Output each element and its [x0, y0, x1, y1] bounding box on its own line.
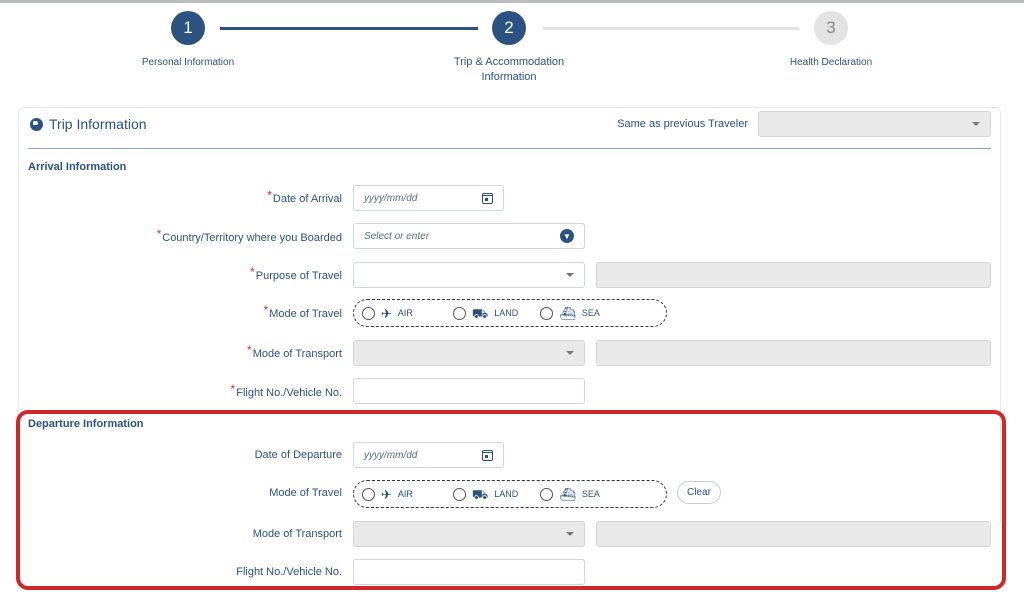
car-icon: ⛟	[471, 305, 489, 321]
arrival-mode-sea-label: SEA	[581, 308, 600, 318]
arrival-mode-land-label: LAND	[494, 308, 519, 318]
arrival-mode-of-transport-label: *Mode of Transport	[22, 343, 342, 360]
section-divider	[28, 148, 991, 149]
step-2-circle[interactable]: 2	[492, 11, 526, 45]
arrival-information-title: Arrival Information	[28, 161, 127, 173]
required-asterisk: *	[250, 265, 255, 279]
date-of-departure-label: Date of Departure	[254, 449, 342, 461]
arrival-flight-no-text: Flight No./Vehicle No.	[236, 387, 342, 399]
airplane-icon: ✈	[381, 305, 392, 321]
arrival-flight-no-input[interactable]	[353, 378, 585, 404]
globe-icon	[30, 117, 43, 131]
chevron-down-icon[interactable]: ▼	[560, 229, 574, 243]
arrival-mode-air[interactable]: ✈ AIR	[362, 305, 413, 321]
radio-button[interactable]	[540, 487, 554, 501]
chevron-down-icon	[566, 273, 574, 277]
country-boarded-placeholder: Select or enter	[364, 230, 430, 242]
calendar-icon[interactable]	[482, 449, 493, 461]
radio-button[interactable]	[540, 306, 554, 320]
departure-mode-sea-label: SEA	[581, 489, 600, 499]
required-asterisk: *	[247, 343, 252, 357]
step-2-label: Trip & Accommodation Information	[429, 55, 589, 85]
airplane-icon: ✈	[381, 486, 392, 502]
date-of-departure-input[interactable]: yyyy/mm/dd	[353, 442, 504, 468]
step-3-label: Health Declaration	[789, 57, 873, 68]
date-of-arrival-text: Date of Arrival	[272, 193, 342, 205]
departure-flight-no-label: Flight No./Vehicle No.	[236, 566, 342, 578]
departure-mode-land-label: LAND	[494, 489, 519, 499]
required-asterisk: *	[230, 382, 236, 396]
date-of-arrival-placeholder: yyyy/mm/dd	[364, 192, 418, 204]
step-2-label-line2: Information	[481, 71, 537, 83]
arrival-mode-of-travel-label: *Mode of Travel	[22, 303, 342, 320]
arrival-mode-of-transport-other-input[interactable]	[596, 340, 991, 366]
arrival-mode-of-travel-text: Mode of Travel	[269, 308, 342, 320]
clear-button[interactable]: Clear	[677, 481, 721, 504]
step-1-label: Personal Information	[141, 57, 235, 68]
arrival-mode-air-label: AIR	[397, 308, 413, 318]
departure-mode-sea[interactable]: ⛴ SEA	[540, 486, 600, 502]
departure-mode-of-travel-group: ✈ AIR ⛟ LAND ⛴ SEA	[353, 480, 667, 508]
country-boarded-combobox[interactable]: Select or enter ▼	[353, 223, 585, 249]
arrival-mode-land[interactable]: ⛟ LAND	[452, 305, 519, 321]
step-3-circle[interactable]: 3	[814, 11, 848, 45]
trip-information-title: Trip Information	[49, 116, 147, 132]
departure-information-title: Departure Information	[28, 418, 144, 430]
arrival-mode-of-transport-select[interactable]	[353, 340, 585, 366]
trip-information-header: Trip Information	[30, 116, 147, 132]
departure-mode-of-transport-other-input[interactable]	[596, 521, 991, 547]
purpose-of-travel-label: *Purpose of Travel	[22, 265, 342, 282]
arrival-mode-of-travel-group: ✈ AIR ⛟ LAND ⛴ SEA	[353, 299, 667, 327]
departure-mode-of-transport-label: Mode of Transport	[252, 528, 342, 540]
chevron-down-icon	[566, 532, 574, 536]
departure-mode-of-transport-select[interactable]	[353, 521, 585, 547]
purpose-of-travel-text: Purpose of Travel	[255, 270, 342, 282]
arrival-mode-sea[interactable]: ⛴ SEA	[540, 305, 600, 321]
purpose-of-travel-other-input[interactable]	[596, 262, 991, 288]
step-2-label-line1: Trip & Accommodation	[453, 56, 565, 68]
same-as-previous-label: Same as previous Traveler	[617, 118, 748, 130]
radio-button[interactable]	[452, 487, 466, 501]
arrival-flight-no-label: *Flight No./Vehicle No.	[22, 382, 342, 399]
purpose-of-travel-select[interactable]	[353, 262, 585, 288]
date-of-arrival-input[interactable]: yyyy/mm/dd	[353, 185, 504, 211]
date-of-arrival-label: *Date of Arrival	[22, 188, 342, 205]
departure-mode-air[interactable]: ✈ AIR	[362, 486, 413, 502]
arrival-mode-of-transport-text: Mode of Transport	[252, 348, 342, 360]
same-as-previous-select[interactable]	[758, 111, 991, 137]
top-bar	[0, 0, 1024, 3]
departure-flight-no-input[interactable]	[353, 559, 585, 585]
step-connector-2	[543, 27, 799, 30]
required-asterisk: *	[263, 303, 269, 317]
country-boarded-text: Country/Territory where you Boarded	[162, 232, 342, 244]
country-boarded-label: *Country/Territory where you Boarded	[22, 227, 342, 244]
departure-mode-of-travel-label: Mode of Travel	[269, 487, 342, 499]
calendar-icon[interactable]	[482, 192, 493, 204]
departure-mode-air-label: AIR	[397, 489, 413, 499]
required-asterisk: *	[267, 188, 272, 202]
ship-icon: ⛴	[559, 486, 576, 502]
step-connector-1	[220, 27, 478, 30]
car-icon: ⛟	[471, 486, 489, 502]
ship-icon: ⛴	[559, 305, 576, 321]
radio-button[interactable]	[362, 487, 375, 501]
departure-mode-land[interactable]: ⛟ LAND	[452, 486, 519, 502]
radio-button[interactable]	[362, 306, 375, 320]
required-asterisk: *	[156, 227, 162, 241]
chevron-down-icon	[566, 351, 574, 355]
step-1-circle[interactable]: 1	[171, 11, 205, 45]
date-of-departure-placeholder: yyyy/mm/dd	[364, 449, 418, 461]
chevron-down-icon	[972, 122, 980, 126]
radio-button[interactable]	[452, 306, 466, 320]
